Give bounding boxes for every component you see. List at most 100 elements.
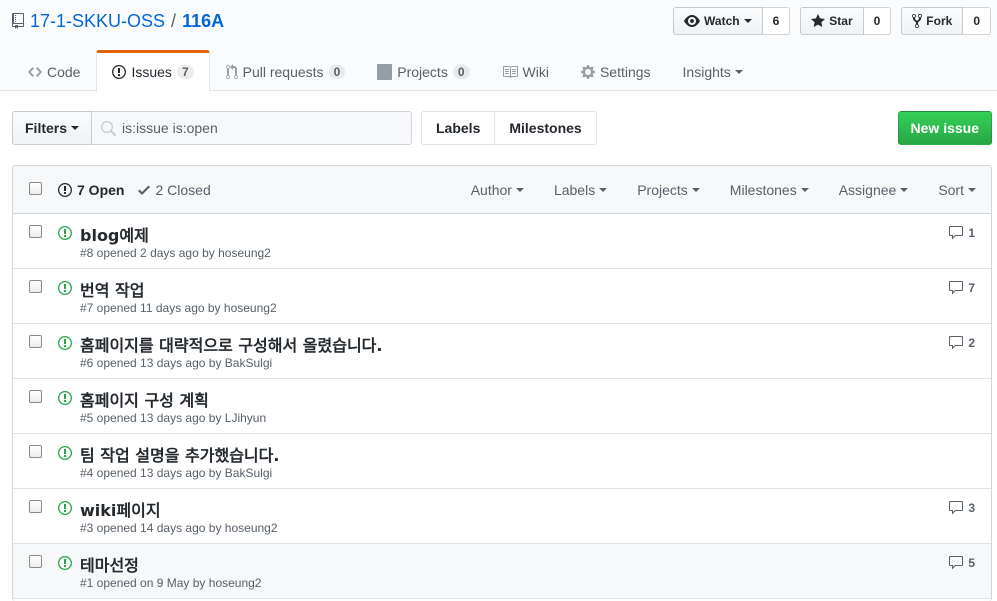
caret-down-icon: [71, 126, 80, 130]
watch-group: Watch 6: [673, 7, 791, 35]
issue-title-link[interactable]: 번역 작업: [80, 277, 144, 301]
issue-title-link[interactable]: wiki페이지: [80, 497, 161, 521]
issue-checkbox[interactable]: [29, 390, 42, 403]
issue-comments-link[interactable]: 1: [948, 225, 975, 241]
sort-filter[interactable]: Sort: [923, 182, 991, 198]
git-pull-request-icon: [225, 63, 238, 79]
assignee-filter[interactable]: Assignee: [824, 182, 924, 198]
author-filter[interactable]: Author: [456, 182, 539, 198]
issue-meta-text: #7 opened 11 days ago by: [80, 301, 224, 315]
issue-states: 7 Open 2 Closed: [58, 166, 211, 213]
watch-button[interactable]: Watch: [673, 7, 763, 35]
issue-checkbox[interactable]: [29, 555, 42, 568]
issue-comments-link[interactable]: 3: [948, 500, 975, 516]
issue-title-link[interactable]: 팀 작업 설명을 추가했습니다.: [80, 442, 279, 466]
milestones-link[interactable]: Milestones: [495, 111, 597, 145]
issue-title-link[interactable]: 테마선정: [80, 552, 139, 576]
watch-label: Watch: [704, 14, 740, 28]
issue-author-link[interactable]: hoseung2: [209, 576, 262, 590]
issue-comments-link[interactable]: 5: [948, 555, 975, 571]
filters-group: Filters: [12, 111, 413, 145]
labels-filter[interactable]: Labels: [539, 182, 622, 198]
issue-meta-text: #8 opened 2 days ago by: [80, 246, 219, 260]
assignee-filter-label: Assignee: [838, 181, 897, 198]
issue-checkbox[interactable]: [29, 445, 42, 458]
issue-author-link[interactable]: LJihyun: [225, 411, 266, 425]
repo-name-link[interactable]: 116A: [182, 11, 224, 32]
issue-checkbox[interactable]: [29, 500, 42, 513]
issue-title-link[interactable]: 홈페이지를 대략적으로 구성해서 올렸습니다.: [80, 332, 382, 356]
filters-button[interactable]: Filters: [12, 111, 93, 145]
issues-subnav: Filters Labels Milestones New issue: [12, 111, 992, 145]
fork-label: Fork: [926, 14, 953, 28]
repo-owner-link[interactable]: 17-1-SKKU-OSS: [30, 11, 165, 32]
issue-author-link[interactable]: hoseung2: [225, 521, 278, 535]
select-all-checkbox[interactable]: [29, 182, 42, 195]
gear-icon: [580, 64, 595, 79]
tab-code[interactable]: Code: [12, 50, 96, 91]
eye-icon: [684, 15, 701, 27]
star-count[interactable]: 0: [863, 7, 892, 35]
search-icon: [101, 121, 117, 136]
tab-issues-label: Issues: [131, 64, 172, 80]
tab-insights[interactable]: Insights: [667, 50, 759, 91]
projects-filter[interactable]: Projects: [622, 182, 715, 198]
issue-meta: #4 opened 13 days ago by BakSulgi: [80, 466, 272, 480]
issue-row: 홈페이지 구성 계획 #5 opened 13 days ago by LJih…: [13, 379, 991, 434]
closed-count-label: 2 Closed: [155, 181, 211, 198]
star-button[interactable]: Star: [800, 7, 864, 35]
star-label: Star: [829, 14, 853, 28]
tab-settings[interactable]: Settings: [565, 50, 667, 91]
closed-issues-link[interactable]: 2 Closed: [138, 181, 211, 198]
issue-author-link[interactable]: hoseung2: [218, 246, 271, 260]
issue-comment-count: 5: [968, 556, 975, 570]
search-box: [92, 111, 413, 145]
caret-down-icon: [800, 187, 809, 192]
issue-checkbox[interactable]: [29, 335, 42, 348]
watch-count[interactable]: 6: [762, 7, 791, 35]
projects-filter-label: Projects: [637, 181, 688, 198]
caret-down-icon: [734, 69, 743, 74]
milestones-filter[interactable]: Milestones: [715, 182, 824, 198]
issue-author-link[interactable]: hoseung2: [224, 301, 277, 315]
tab-wiki[interactable]: Wiki: [486, 50, 565, 91]
issue-search-input[interactable]: [92, 112, 412, 144]
issue-checkbox[interactable]: [29, 225, 42, 238]
issue-title-link[interactable]: 홈페이지 구성 계획: [80, 387, 209, 411]
issue-comment-count: 3: [968, 501, 975, 515]
issue-comments-link[interactable]: 7: [948, 280, 975, 296]
tab-projects-label: Projects: [397, 63, 448, 80]
issue-author-link[interactable]: BakSulgi: [225, 356, 272, 370]
issue-row: 번역 작업 #7 opened 11 days ago by hoseung2 …: [13, 269, 991, 324]
issue-checkbox[interactable]: [29, 280, 42, 293]
open-issues-link[interactable]: 7 Open: [58, 182, 124, 198]
issue-meta-text: #5 opened 13 days ago by: [80, 411, 225, 425]
issue-author-link[interactable]: BakSulgi: [225, 466, 272, 480]
tab-issues[interactable]: Issues 7: [96, 50, 210, 92]
author-filter-label: Author: [470, 181, 512, 198]
issue-title-link[interactable]: blog예제: [80, 222, 149, 246]
caret-down-icon: [515, 187, 524, 192]
caret-down-icon: [968, 187, 976, 192]
tab-pull-requests[interactable]: Pull requests 0: [210, 50, 362, 91]
fork-button[interactable]: Fork: [901, 7, 964, 35]
issue-rows: blog예제 #8 opened 2 days ago by hoseung2 …: [13, 214, 991, 599]
comment-icon: [949, 226, 964, 240]
issue-comments-link[interactable]: 2: [948, 335, 975, 351]
comment-icon: [949, 556, 964, 570]
issue-meta-text: #1 opened on 9 May by: [80, 576, 209, 590]
tab-pull-requests-label: Pull requests: [242, 63, 324, 80]
new-issue-button[interactable]: New issue: [897, 111, 992, 145]
caret-down-icon: [743, 19, 752, 23]
tab-projects[interactable]: Projects 0: [361, 50, 485, 91]
issue-opened-icon: [112, 65, 127, 79]
star-group: Star 0: [800, 7, 892, 35]
fork-count[interactable]: 0: [963, 7, 991, 35]
comment-icon: [949, 501, 964, 515]
issue-meta: #6 opened 13 days ago by BakSulgi: [80, 356, 272, 370]
comment-icon: [949, 336, 964, 350]
issues-counter: 7: [176, 65, 194, 79]
repo-nav: Code Issues 7 Pull requests 0 Projects 0…: [12, 50, 759, 92]
issue-comment-count: 7: [968, 281, 975, 295]
labels-link[interactable]: Labels: [421, 111, 496, 145]
